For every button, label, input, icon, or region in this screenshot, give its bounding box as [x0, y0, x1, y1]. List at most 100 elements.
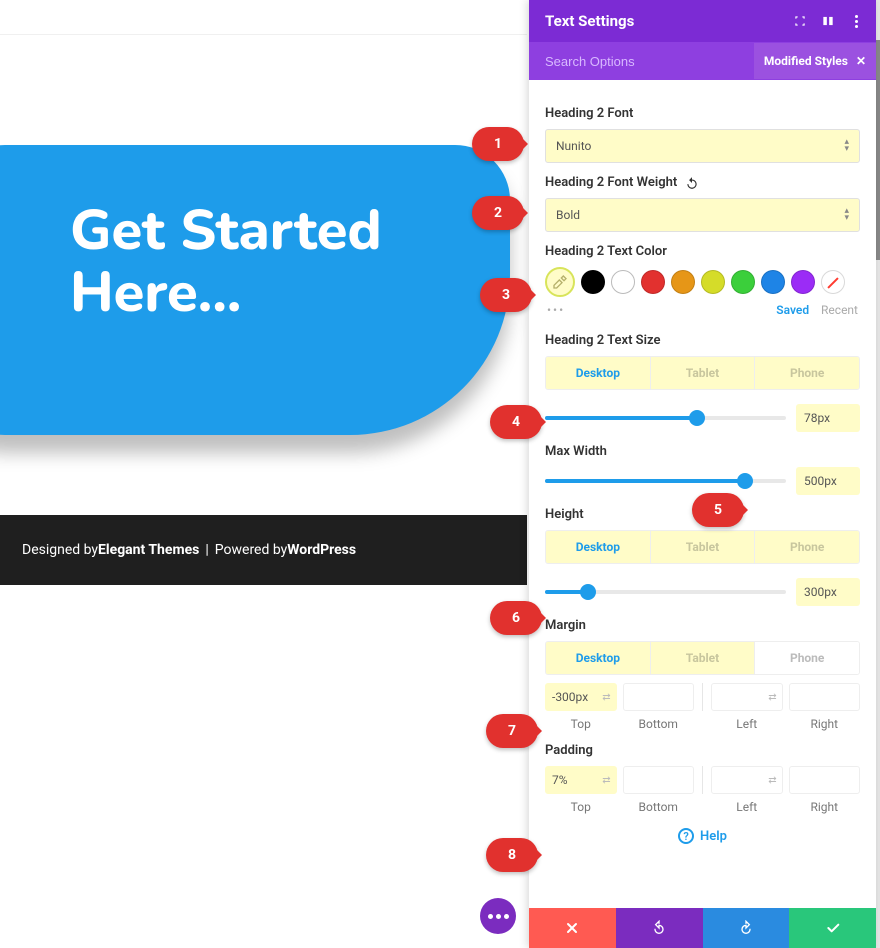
margin-top-value: -300px: [546, 690, 598, 704]
size-tab-tablet[interactable]: Tablet: [651, 357, 756, 389]
padding-top-value: 7%: [546, 773, 598, 787]
panel-action-bar: [529, 908, 876, 948]
color-swatch-orange[interactable]: [671, 270, 695, 294]
size-value[interactable]: 78px: [796, 404, 860, 432]
help-link[interactable]: ? Help: [545, 828, 860, 844]
hero-heading: Get Started Here...: [70, 200, 450, 323]
label-color: Heading 2 Text Color: [545, 244, 860, 259]
color-swatch-blue[interactable]: [761, 270, 785, 294]
close-icon[interactable]: ✕: [856, 54, 866, 68]
callout-1: 1: [472, 127, 524, 161]
weight-select[interactable]: Bold ▴▾: [545, 198, 860, 232]
margin-top-input[interactable]: -300px⇄: [545, 683, 617, 711]
margin-device-tabs: Desktop Tablet Phone: [545, 641, 860, 675]
maxw-slider[interactable]: [545, 479, 786, 483]
callout-2: 2: [472, 196, 524, 230]
page-footer: Designed by Elegant Themes | Powered by …: [0, 515, 527, 585]
saved-tab[interactable]: Saved: [776, 303, 809, 317]
margin-tab-desktop[interactable]: Desktop: [546, 642, 651, 674]
search-input[interactable]: [545, 54, 754, 69]
label-font: Heading 2 Font: [545, 106, 860, 121]
panel-scrollbar[interactable]: [876, 0, 880, 948]
margin-inputs: -300px⇄ Top Bottom ⇄ Left Right: [545, 683, 860, 731]
color-swatch-green[interactable]: [731, 270, 755, 294]
padding-top-input[interactable]: 7%⇄: [545, 766, 617, 794]
link-icon[interactable]: ⇄: [764, 775, 782, 786]
footer-mid: Powered by: [215, 542, 288, 558]
height-tab-tablet[interactable]: Tablet: [651, 531, 756, 563]
height-value[interactable]: 300px: [796, 578, 860, 606]
footer-brand-1[interactable]: Elegant Themes: [98, 542, 199, 558]
color-swatch-purple[interactable]: [791, 270, 815, 294]
modified-styles-pill[interactable]: Modified Styles ✕: [754, 43, 876, 79]
undo-button[interactable]: [616, 908, 703, 948]
label-margin: Margin: [545, 618, 860, 633]
footer-brand-2[interactable]: WordPress: [287, 542, 356, 558]
margin-bottom-label: Bottom: [623, 717, 695, 731]
kebab-menu-icon[interactable]: [846, 11, 866, 31]
margin-top-label: Top: [545, 717, 617, 731]
margin-bottom-input[interactable]: [623, 683, 695, 711]
swatch-subrow: ••• Saved Recent: [545, 303, 860, 321]
maxw-value[interactable]: 500px: [796, 467, 860, 495]
eyedropper-button[interactable]: [545, 267, 575, 297]
callout-3: 3: [480, 278, 532, 312]
margin-right-input[interactable]: [789, 683, 861, 711]
padding-inputs: 7%⇄ Top Bottom ⇄ Left Right: [545, 766, 860, 814]
divider: [702, 683, 703, 711]
more-dots-icon[interactable]: •••: [547, 303, 565, 317]
callout-5: 5: [692, 493, 744, 527]
padding-left-label: Left: [711, 800, 783, 814]
link-icon[interactable]: ⇄: [764, 692, 782, 703]
margin-left-input[interactable]: ⇄: [711, 683, 783, 711]
preview-columns-icon[interactable]: [818, 11, 838, 31]
margin-tab-phone[interactable]: Phone: [755, 642, 859, 674]
font-select[interactable]: Nunito ▴▾: [545, 129, 860, 163]
label-size: Heading 2 Text Size: [545, 333, 860, 348]
callout-7: 7: [486, 714, 538, 748]
panel-header: Text Settings: [529, 0, 876, 42]
margin-left-label: Left: [711, 717, 783, 731]
padding-left-input[interactable]: ⇄: [711, 766, 783, 794]
padding-right-label: Right: [789, 800, 861, 814]
height-slider[interactable]: [545, 590, 786, 594]
height-tab-phone[interactable]: Phone: [755, 531, 859, 563]
link-icon[interactable]: ⇄: [598, 692, 616, 703]
size-tab-phone[interactable]: Phone: [755, 357, 859, 389]
height-slider-row: 300px: [545, 578, 860, 606]
save-button[interactable]: [789, 908, 876, 948]
page-top-bar: [0, 0, 527, 35]
size-slider[interactable]: [545, 416, 786, 420]
callout-4: 4: [490, 405, 542, 439]
panel-subheader: Modified Styles ✕: [529, 42, 876, 80]
height-device-tabs: Desktop Tablet Phone: [545, 530, 860, 564]
panel-title: Text Settings: [545, 12, 782, 30]
padding-bottom-input[interactable]: [623, 766, 695, 794]
label-maxw: Max Width: [545, 444, 860, 459]
scrollbar-thumb[interactable]: [876, 40, 880, 260]
expand-icon[interactable]: [790, 11, 810, 31]
padding-top-label: Top: [545, 800, 617, 814]
callout-8: 8: [486, 838, 538, 872]
padding-right-input[interactable]: [789, 766, 861, 794]
discard-button[interactable]: [529, 908, 616, 948]
color-swatch-white[interactable]: [611, 270, 635, 294]
color-swatch-red[interactable]: [641, 270, 665, 294]
size-slider-row: 78px: [545, 404, 860, 432]
size-device-tabs: Desktop Tablet Phone: [545, 356, 860, 390]
color-swatch-black[interactable]: [581, 270, 605, 294]
hero-area: Get Started Here...: [0, 35, 527, 515]
builder-fab[interactable]: [480, 898, 516, 934]
footer-sep: |: [205, 542, 208, 558]
reset-icon[interactable]: [685, 176, 699, 190]
recent-tab[interactable]: Recent: [821, 303, 858, 317]
color-swatch-none[interactable]: [821, 270, 845, 294]
modified-styles-label: Modified Styles: [764, 54, 848, 68]
color-swatch-yellow[interactable]: [701, 270, 725, 294]
redo-button[interactable]: [703, 908, 790, 948]
weight-select-value: Bold: [556, 208, 580, 222]
size-tab-desktop[interactable]: Desktop: [546, 357, 651, 389]
margin-tab-tablet[interactable]: Tablet: [651, 642, 756, 674]
height-tab-desktop[interactable]: Desktop: [546, 531, 651, 563]
link-icon[interactable]: ⇄: [598, 775, 616, 786]
